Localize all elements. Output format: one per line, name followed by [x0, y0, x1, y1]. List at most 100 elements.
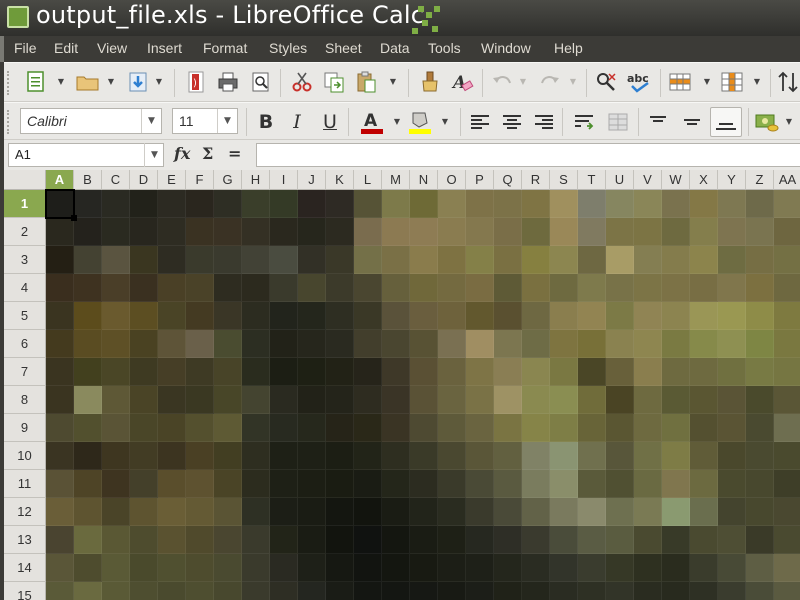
cell-j8[interactable]: [298, 386, 326, 414]
cell-d5[interactable]: [130, 302, 158, 330]
export-pdf-icon[interactable]: ): [184, 70, 208, 94]
cell-s10[interactable]: [550, 442, 578, 470]
cell-a10[interactable]: [46, 442, 74, 470]
column-header-j[interactable]: J: [298, 170, 326, 190]
cell-d10[interactable]: [130, 442, 158, 470]
cell-e10[interactable]: [158, 442, 186, 470]
cell-u3[interactable]: [606, 246, 634, 274]
chevron-down-icon[interactable]: ▼: [141, 109, 161, 133]
cell-z7[interactable]: [746, 358, 774, 386]
row-header-2[interactable]: 2: [4, 218, 46, 246]
cell-n4[interactable]: [410, 274, 438, 302]
cell-v15[interactable]: [634, 582, 662, 600]
cell-x11[interactable]: [690, 470, 718, 498]
cell-q13[interactable]: [494, 526, 522, 554]
cell-b11[interactable]: [74, 470, 102, 498]
cell-g4[interactable]: [214, 274, 242, 302]
cell-y15[interactable]: [718, 582, 746, 600]
cell-f8[interactable]: [186, 386, 214, 414]
cell-p9[interactable]: [466, 414, 494, 442]
cell-y10[interactable]: [718, 442, 746, 470]
cell-p10[interactable]: [466, 442, 494, 470]
cell-w7[interactable]: [662, 358, 690, 386]
cell-t12[interactable]: [578, 498, 606, 526]
cell-k3[interactable]: [326, 246, 354, 274]
cell-n3[interactable]: [410, 246, 438, 274]
cell-w5[interactable]: [662, 302, 690, 330]
cell-s6[interactable]: [550, 330, 578, 358]
cell-g5[interactable]: [214, 302, 242, 330]
cell-t9[interactable]: [578, 414, 606, 442]
row-icon[interactable]: [668, 70, 692, 94]
column-header-aa[interactable]: AA: [774, 170, 800, 190]
cell-k5[interactable]: [326, 302, 354, 330]
cell-o14[interactable]: [438, 554, 466, 582]
cell-z12[interactable]: [746, 498, 774, 526]
cell-m3[interactable]: [382, 246, 410, 274]
cell-m12[interactable]: [382, 498, 410, 526]
cell-h15[interactable]: [242, 582, 270, 600]
column-header-g[interactable]: G: [214, 170, 242, 190]
cell-m4[interactable]: [382, 274, 410, 302]
cell-aa15[interactable]: [774, 582, 800, 600]
cell-c15[interactable]: [102, 582, 130, 600]
cell-aa7[interactable]: [774, 358, 800, 386]
cell-z9[interactable]: [746, 414, 774, 442]
cell-d4[interactable]: [130, 274, 158, 302]
cell-i9[interactable]: [270, 414, 298, 442]
cell-a6[interactable]: [46, 330, 74, 358]
cell-f6[interactable]: [186, 330, 214, 358]
cell-o7[interactable]: [438, 358, 466, 386]
cell-p1[interactable]: [466, 190, 494, 218]
cell-j14[interactable]: [298, 554, 326, 582]
row-header-5[interactable]: 5: [4, 302, 46, 330]
cell-p13[interactable]: [466, 526, 494, 554]
cell-w6[interactable]: [662, 330, 690, 358]
cell-f4[interactable]: [186, 274, 214, 302]
cell-w12[interactable]: [662, 498, 690, 526]
cell-u10[interactable]: [606, 442, 634, 470]
cell-v7[interactable]: [634, 358, 662, 386]
cell-j9[interactable]: [298, 414, 326, 442]
cell-h11[interactable]: [242, 470, 270, 498]
cell-j2[interactable]: [298, 218, 326, 246]
merge-cells-icon[interactable]: [606, 110, 630, 134]
cell-x3[interactable]: [690, 246, 718, 274]
cell-y13[interactable]: [718, 526, 746, 554]
cell-h3[interactable]: [242, 246, 270, 274]
cell-o12[interactable]: [438, 498, 466, 526]
column-header-y[interactable]: Y: [718, 170, 746, 190]
row-header-1[interactable]: 1: [4, 190, 46, 218]
cell-q4[interactable]: [494, 274, 522, 302]
cell-s1[interactable]: [550, 190, 578, 218]
cell-a7[interactable]: [46, 358, 74, 386]
cell-r13[interactable]: [522, 526, 550, 554]
cell-v2[interactable]: [634, 218, 662, 246]
cell-w4[interactable]: [662, 274, 690, 302]
cell-v14[interactable]: [634, 554, 662, 582]
cell-d1[interactable]: [130, 190, 158, 218]
cell-n1[interactable]: [410, 190, 438, 218]
font-color-dropdown-arrow[interactable]: ▼: [392, 110, 402, 134]
cell-c14[interactable]: [102, 554, 130, 582]
row-header-8[interactable]: 8: [4, 386, 46, 414]
cell-r11[interactable]: [522, 470, 550, 498]
menu-styles[interactable]: Styles: [269, 40, 307, 56]
column-header-x[interactable]: X: [690, 170, 718, 190]
cell-s8[interactable]: [550, 386, 578, 414]
cell-k9[interactable]: [326, 414, 354, 442]
formula-input[interactable]: [256, 143, 800, 167]
cell-e15[interactable]: [158, 582, 186, 600]
wrap-text-icon[interactable]: [572, 110, 596, 134]
cell-j3[interactable]: [298, 246, 326, 274]
cell-g3[interactable]: [214, 246, 242, 274]
cell-q11[interactable]: [494, 470, 522, 498]
row-header-7[interactable]: 7: [4, 358, 46, 386]
column-header-v[interactable]: V: [634, 170, 662, 190]
clone-formatting-icon[interactable]: [418, 70, 442, 94]
cell-a15[interactable]: [46, 582, 74, 600]
cell-t2[interactable]: [578, 218, 606, 246]
cell-b1[interactable]: [74, 190, 102, 218]
cell-t13[interactable]: [578, 526, 606, 554]
cell-aa4[interactable]: [774, 274, 800, 302]
